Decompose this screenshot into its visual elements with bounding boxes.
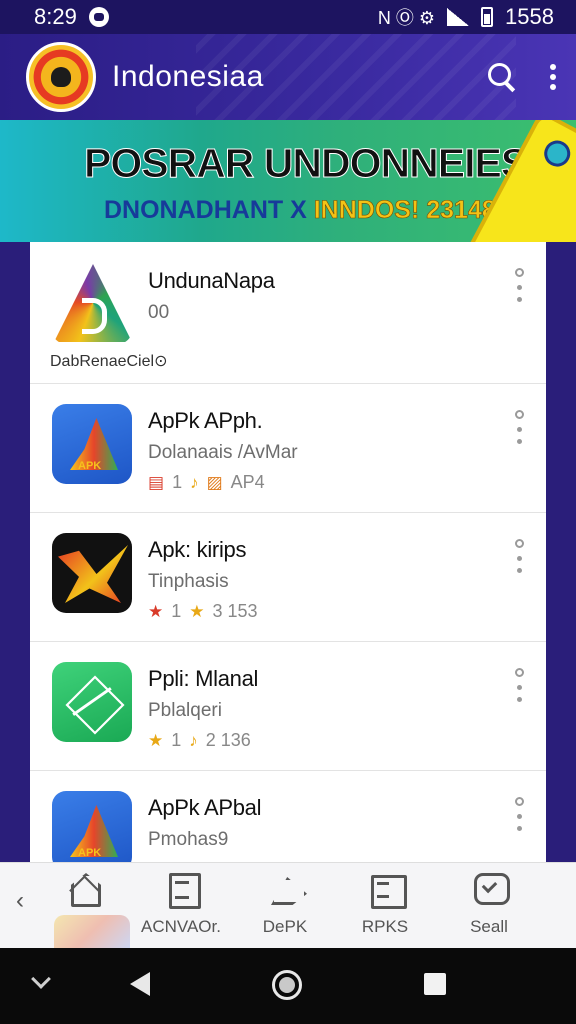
app-title: UndunaNapa: [148, 268, 275, 293]
meta-value: AP4: [230, 472, 265, 492]
app-title: ApPk APbal: [148, 795, 262, 820]
battery-text: 1558: [505, 4, 554, 29]
apk-triangle-blue-icon: [52, 404, 132, 484]
nav-label: ACNVAOr.: [141, 917, 221, 936]
app-title: ApPk APph.: [148, 408, 263, 433]
box-icon: ▨: [206, 473, 223, 492]
item-more-icon[interactable]: [514, 410, 524, 444]
status-right: N Ⓞ ⚙ 1558: [378, 4, 554, 30]
recents-icon[interactable]: [424, 973, 446, 995]
list-item[interactable]: Ppli: Mlanal Pblalqeri ★ 1 ♪ 2 136: [30, 642, 546, 771]
signal-icon: [447, 8, 470, 26]
list-item[interactable]: Apk: kirips Tinphasis ★ 1 ★ 3 153: [30, 513, 546, 642]
app-meta: ★ 1 ♪ 2 136: [148, 730, 530, 751]
home-button-icon[interactable]: [272, 970, 302, 1000]
meta-value: 1: [172, 472, 183, 492]
nav-item-apps[interactable]: ACNVAOr.: [136, 871, 226, 937]
app-subtitle: Tinphasis: [148, 571, 229, 592]
green-diamond-icon: [52, 662, 132, 742]
list-item-body: Apk: kirips Tinphasis ★ 1 ★ 3 153: [148, 533, 530, 622]
app-subtitle: Pblalqeri: [148, 700, 222, 721]
home-icon: [66, 871, 100, 905]
app-logo[interactable]: [26, 42, 96, 112]
calendar-icon: ▤: [148, 473, 165, 492]
collapse-icon[interactable]: [31, 969, 51, 989]
multicolor-triangle-d-icon: [52, 264, 132, 344]
app-meta: ★ 1 ★ 3 153: [148, 601, 530, 622]
list-item-body: ApPk APbal Pmohas9 ★ 1 ★ 993: [148, 791, 530, 862]
star-icon: ★: [148, 731, 164, 750]
back-icon[interactable]: [130, 972, 150, 996]
apk-triangle-blue-icon: [52, 791, 132, 862]
banner-subtitle-part2: INNDOS! 231480: [313, 196, 510, 225]
status-bar: 8:29 N Ⓞ ⚙ 1558: [0, 0, 576, 34]
item-more-icon[interactable]: [514, 539, 524, 573]
nav-label: RPKS: [361, 917, 409, 936]
deck-icon: [268, 871, 302, 905]
app-bar: Indonesiaa: [0, 34, 576, 120]
status-glyphs: N Ⓞ ⚙: [377, 8, 436, 28]
nav-item-deck[interactable]: DePK: [240, 871, 330, 937]
music-note-icon: ♪: [190, 473, 199, 492]
nav-item-rpks[interactable]: RPKS: [340, 871, 430, 937]
app-bar-actions: [488, 63, 556, 91]
app-meta: ▤ 1 ♪ ▨ AP4: [148, 472, 530, 493]
item-more-icon[interactable]: [514, 797, 524, 831]
rpks-icon: [368, 871, 407, 909]
music-note-icon: ♪: [189, 731, 198, 750]
bottom-navigation: ‹ ACNVAOr. DePK RPKS Seall: [0, 862, 576, 949]
app-title: Indonesiaa: [112, 60, 264, 93]
star-icon: ★: [148, 602, 164, 621]
nav-item-search[interactable]: Seall: [444, 871, 534, 937]
app-subtitle: Dolanaais /AvMar: [148, 442, 298, 463]
banner-subtitle-part1: DNONADHANT X: [104, 196, 307, 224]
list-item-body: Ppli: Mlanal Pblalqeri ★ 1 ♪ 2 136: [148, 662, 530, 751]
apps-icon: [164, 871, 201, 909]
status-left: 8:29: [34, 4, 109, 30]
search-icon[interactable]: [488, 63, 516, 91]
nav-label: DePK: [262, 917, 308, 936]
star-icon: ★: [189, 602, 205, 621]
chevron-left-icon[interactable]: ‹: [16, 887, 24, 915]
app-subtitle: Pmohas9: [148, 829, 229, 850]
app-developer: DabRenaeCiel⊙: [50, 353, 168, 370]
list-item[interactable]: UndunaNapa 00 DabRenaeCiel⊙: [30, 242, 546, 384]
list-item-body: UndunaNapa 00: [148, 264, 530, 324]
banner-subtitle: DNONADHANT X INNDOS! 231480: [104, 196, 510, 225]
notification-icon: [88, 7, 109, 27]
app-subtitle: 00: [148, 302, 170, 323]
banner-title: POSRAR UNDONNEIESIE: [84, 140, 566, 187]
meta-value: 1: [171, 601, 182, 621]
list-item[interactable]: ApPk APph. Dolanaais /AvMar ▤ 1 ♪ ▨ AP4: [30, 384, 546, 513]
meta-value: 3 153: [212, 601, 258, 621]
list-item-body: ApPk APph. Dolanaais /AvMar ▤ 1 ♪ ▨ AP4: [148, 404, 530, 493]
meta-value: 1: [171, 730, 182, 750]
app-list: UndunaNapa 00 DabRenaeCiel⊙ ApPk APph. D…: [30, 242, 546, 862]
item-more-icon[interactable]: [514, 268, 524, 302]
meta-value: 2 136: [205, 730, 251, 750]
promo-banner[interactable]: POSRAR UNDONNEIESIE DNONADHANT X INNDOS!…: [0, 120, 576, 242]
system-navigation: [0, 948, 576, 1024]
red-yellow-emblem-icon: [52, 533, 132, 613]
nav-label: Seall: [470, 917, 508, 936]
status-time: 8:29: [34, 4, 77, 29]
nav-item-home[interactable]: [38, 871, 128, 917]
item-more-icon[interactable]: [514, 668, 524, 702]
app-title: Apk: kirips: [148, 537, 247, 562]
more-options-icon[interactable]: [550, 64, 556, 90]
app-title: Ppli: Mlanal: [148, 666, 259, 691]
faded-app-thumbnail: [54, 915, 130, 949]
list-item[interactable]: ApPk APbal Pmohas9 ★ 1 ★ 993: [30, 771, 546, 862]
battery-icon: [481, 7, 494, 27]
chat-icon: [472, 871, 510, 905]
